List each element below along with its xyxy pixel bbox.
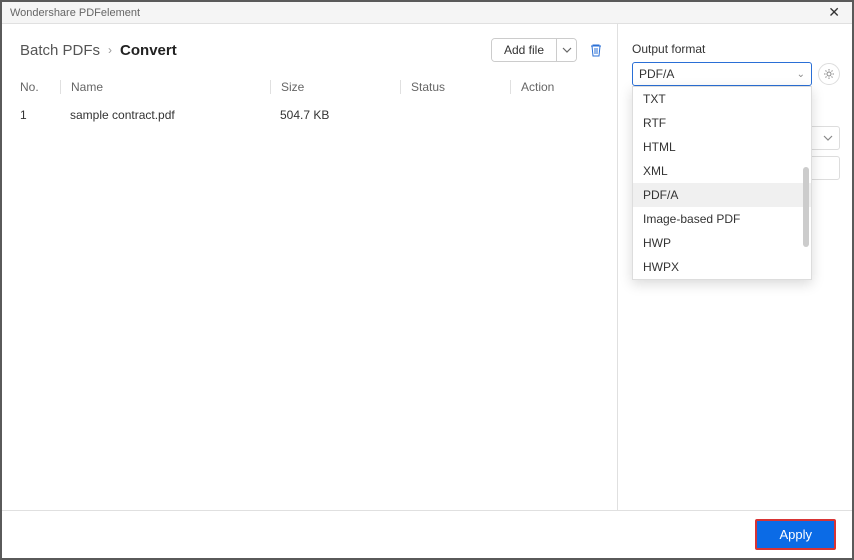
dropdown-option[interactable]: XML (633, 159, 811, 183)
trash-icon (588, 42, 604, 58)
table-header: No. Name Size Status Action (20, 74, 607, 101)
dropdown-option[interactable]: HTML (633, 135, 811, 159)
dropdown-option[interactable]: TXT (633, 87, 811, 111)
side-panel: Output format PDF/A ⌄ TXTRTFHTMLXMLPDF/A… (618, 24, 852, 510)
apply-button[interactable]: Apply (755, 519, 836, 550)
output-format-dropdown: TXTRTFHTMLXMLPDF/AImage-based PDFHWPHWPX (632, 86, 812, 280)
cell-name: sample contract.pdf (60, 108, 270, 122)
dropdown-option[interactable]: RTF (633, 111, 811, 135)
gear-icon (823, 68, 835, 80)
chevron-down-icon: ⌄ (797, 69, 805, 80)
col-name-header: Name (60, 80, 270, 94)
cell-action (510, 108, 607, 122)
breadcrumb-row: Batch PDFs › Convert Add file (20, 38, 607, 62)
dropdown-option[interactable]: PDF/A (633, 183, 811, 207)
breadcrumb-current: Convert (120, 42, 177, 59)
output-format-label: Output format (632, 42, 840, 56)
add-file-dropdown[interactable] (556, 39, 576, 61)
close-icon[interactable]: ✕ (824, 4, 844, 21)
col-status-header: Status (400, 80, 510, 94)
col-action-header: Action (510, 80, 607, 94)
footer: Apply (2, 510, 852, 558)
dropdown-option[interactable]: HWP (633, 231, 811, 255)
window-title: Wondershare PDFelement (10, 7, 824, 19)
table-row[interactable]: 1 sample contract.pdf 504.7 KB (20, 101, 607, 129)
main-panel: Batch PDFs › Convert Add file (2, 24, 618, 510)
dropdown-option[interactable]: HWPX (633, 255, 811, 279)
output-format-settings-button[interactable] (818, 63, 840, 85)
add-file-group: Add file (491, 38, 577, 62)
clear-all-button[interactable] (585, 39, 607, 61)
scrollbar-thumb[interactable] (803, 167, 809, 247)
breadcrumb: Batch PDFs › Convert (20, 42, 177, 59)
chevron-down-icon (562, 45, 572, 55)
titlebar: Wondershare PDFelement ✕ (2, 2, 852, 24)
add-file-button[interactable]: Add file (492, 39, 556, 61)
dropdown-option[interactable]: Image-based PDF (633, 207, 811, 231)
cell-no: 1 (20, 108, 60, 122)
output-format-select[interactable]: PDF/A ⌄ (632, 62, 812, 86)
output-format-value: PDF/A (639, 67, 674, 81)
breadcrumb-root[interactable]: Batch PDFs (20, 42, 100, 59)
col-size-header: Size (270, 80, 400, 94)
col-no-header: No. (20, 80, 60, 94)
cell-status (400, 108, 510, 122)
cell-size: 504.7 KB (270, 108, 400, 122)
chevron-right-icon: › (108, 43, 112, 57)
chevron-down-icon (823, 133, 833, 143)
